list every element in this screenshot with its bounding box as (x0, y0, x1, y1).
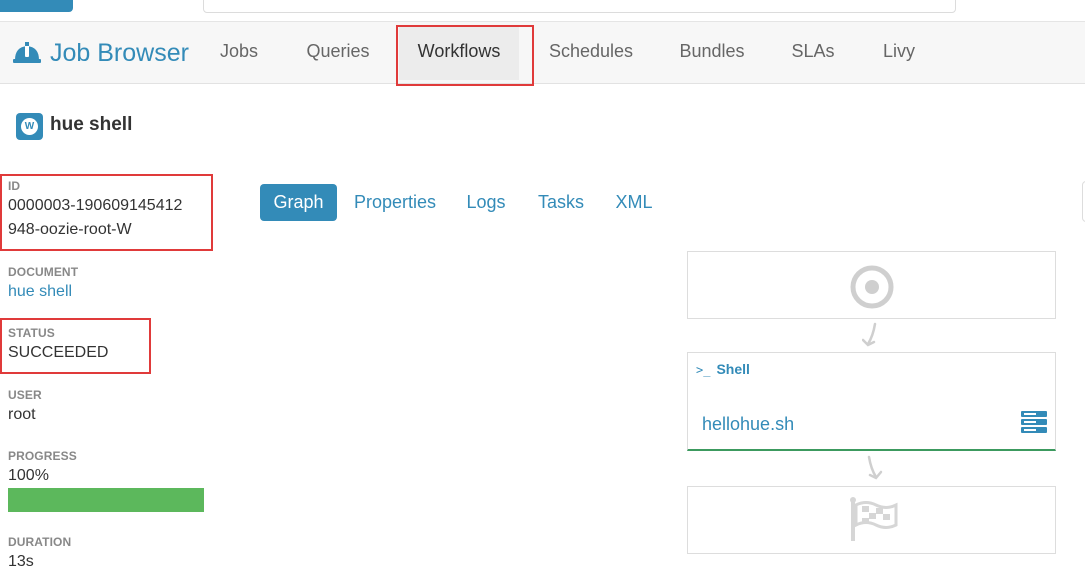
server-stack-icon[interactable] (1021, 411, 1047, 433)
workflow-icon: W (16, 113, 43, 140)
tab-jobs[interactable]: Jobs (208, 26, 270, 80)
start-node[interactable] (687, 251, 1056, 319)
document-link[interactable]: hue shell (8, 280, 72, 304)
user-value: root (8, 406, 36, 423)
tab-xml[interactable]: XML (608, 184, 660, 221)
status-value: SUCCEEDED (8, 344, 109, 361)
tab-properties[interactable]: Properties (345, 184, 445, 221)
top-left-button[interactable] (0, 0, 73, 12)
progress-bar-fill (8, 488, 204, 512)
action-file-link[interactable]: hellohue.sh (702, 414, 794, 435)
workflows-highlight-box (396, 25, 534, 86)
tab-tasks[interactable]: Tasks (530, 184, 592, 221)
tab-graph[interactable]: Graph (260, 184, 337, 221)
tab-logs[interactable]: Logs (460, 184, 512, 221)
shell-action-node[interactable]: >_ Shell hellohue.sh (687, 352, 1056, 451)
finish-flag-icon (850, 497, 898, 541)
end-node[interactable] (687, 486, 1056, 554)
user-label: USER (8, 388, 42, 402)
workflow-icon-letter: W (21, 118, 38, 135)
id-label: ID (8, 179, 21, 193)
document-label: DOCUMENT (8, 265, 79, 279)
page-title: hue shell (50, 114, 133, 135)
tab-slas[interactable]: SLAs (781, 26, 845, 80)
progress-bar (8, 488, 204, 512)
hard-hat-icon (13, 42, 41, 63)
top-bar (0, 0, 1085, 22)
progress-text: 100% (8, 467, 49, 484)
global-search-input[interactable] (203, 0, 956, 13)
tab-queries[interactable]: Queries (296, 26, 380, 80)
job-browser-navbar: Job Browser Jobs Queries Workflows Sched… (0, 22, 1085, 84)
id-value-line2: 948-oozie-root-W (8, 221, 132, 238)
tab-bundles[interactable]: Bundles (668, 26, 756, 80)
action-type: >_ Shell (696, 361, 750, 377)
tab-schedules[interactable]: Schedules (538, 26, 644, 80)
arrow-down-icon (862, 322, 877, 347)
action-type-label: Shell (716, 361, 750, 377)
id-value-line1: 0000003-190609145412 (8, 197, 183, 214)
arrow-down-icon (867, 455, 883, 480)
terminal-icon: >_ (696, 363, 711, 377)
duration-value: 13s (8, 553, 34, 570)
brand: Job Browser (12, 37, 189, 69)
progress-label: PROGRESS (8, 449, 77, 463)
app-title: Job Browser (50, 38, 189, 67)
start-target-icon (850, 265, 894, 309)
tab-livy[interactable]: Livy (872, 26, 926, 80)
duration-label: DURATION (8, 535, 72, 549)
status-label: STATUS (8, 326, 55, 340)
